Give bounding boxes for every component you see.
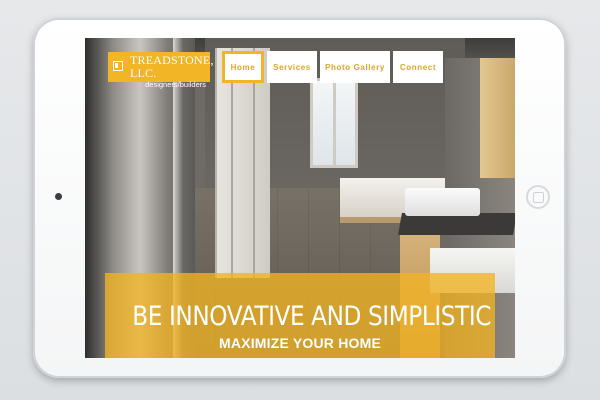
photo-counter — [398, 213, 515, 235]
site-logo[interactable]: TREADSTONE, LLC. designers/builders — [108, 52, 214, 89]
hero-banner: BE INNOVATIVE AND SIMPLISTIC MAXIMIZE YO… — [105, 273, 495, 358]
camera-icon — [55, 193, 62, 200]
hero-subtitle: MAXIMIZE YOUR HOME — [218, 335, 382, 351]
website-screen: TREADSTONE, LLC. designers/builders Home… — [85, 38, 515, 358]
logo-name: TREADSTONE, LLC. — [130, 53, 214, 80]
hero-title: BE INNOVATIVE AND SIMPLISTIC — [132, 301, 492, 332]
logo-tagline: designers/builders — [145, 80, 206, 89]
tablet-device: TREADSTONE, LLC. designers/builders Home… — [33, 18, 566, 378]
photo-sink — [405, 188, 480, 216]
photo-window — [310, 78, 358, 168]
logo-icon — [113, 61, 123, 71]
nav-item-services[interactable]: Services — [267, 51, 317, 83]
nav-item-home[interactable]: Home — [222, 51, 264, 83]
home-button[interactable] — [526, 185, 550, 209]
main-nav: Home Services Photo Gallery Connect — [222, 51, 443, 83]
photo-right-cabinet — [480, 58, 515, 178]
nav-item-photo-gallery[interactable]: Photo Gallery — [320, 51, 390, 83]
nav-item-connect[interactable]: Connect — [393, 51, 443, 83]
